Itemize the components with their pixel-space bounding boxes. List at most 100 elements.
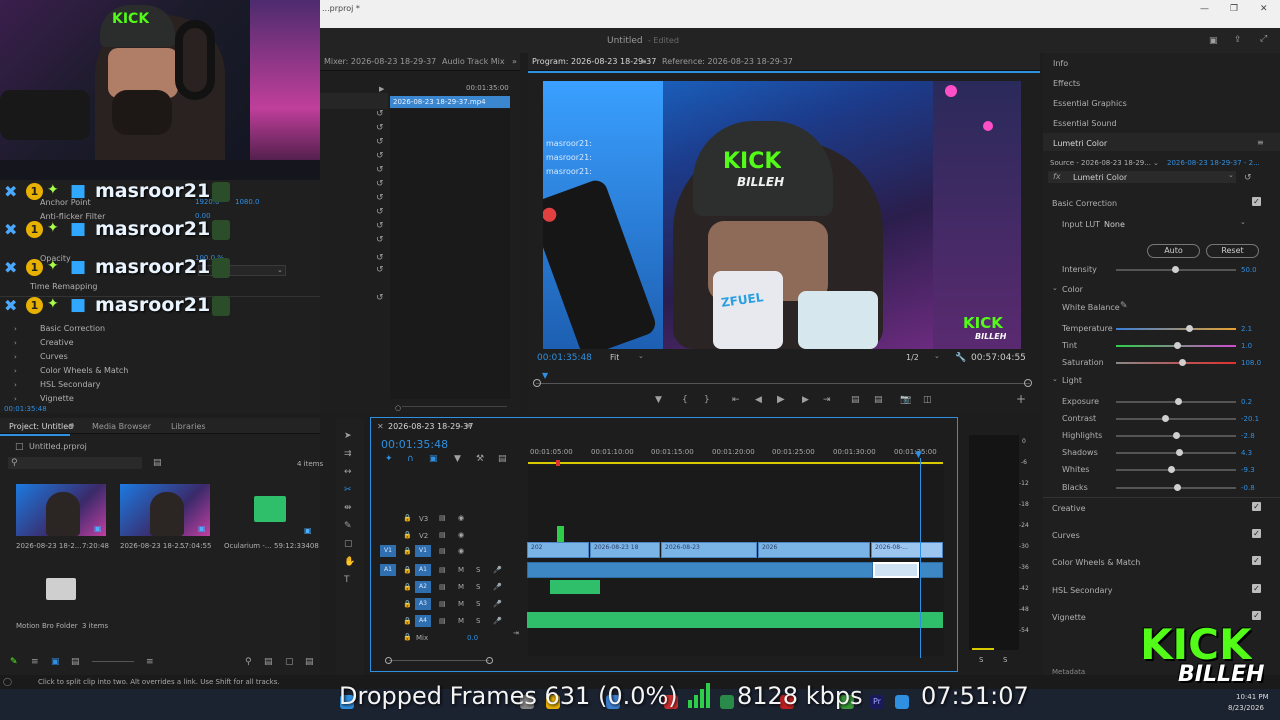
close-icon[interactable]: ✕ xyxy=(377,422,384,432)
tab-reference[interactable]: Reference: 2026-08-23 18-29-37 xyxy=(662,57,793,66)
track-label[interactable]: A3 xyxy=(415,598,431,610)
step-forward-icon[interactable]: ▶ xyxy=(802,395,809,405)
solo-button[interactable]: S xyxy=(476,566,480,574)
fit-select[interactable]: Fit ⌄ xyxy=(608,352,648,364)
find-icon[interactable]: ⚲ xyxy=(245,657,252,667)
add-button-icon[interactable]: + xyxy=(1016,393,1026,405)
lock-icon[interactable]: 🔒 xyxy=(403,633,412,641)
section-vignette[interactable]: Vignette xyxy=(1052,613,1086,622)
menu-icon[interactable]: ≡ xyxy=(640,57,647,67)
chevron-down-icon[interactable]: ⌄ xyxy=(1052,374,1058,384)
menu-icon[interactable]: ≡ xyxy=(68,421,75,431)
tab-program[interactable]: Program: 2026-08-23 18-29-37 xyxy=(532,57,656,66)
exposure-value[interactable]: 0.2 xyxy=(1241,398,1252,406)
lock-icon[interactable]: 🔒 xyxy=(403,600,412,608)
lock-icon[interactable]: 🔒 xyxy=(403,583,412,591)
creative-checkbox[interactable]: ✓ xyxy=(1252,502,1261,511)
a1-clip[interactable] xyxy=(527,562,873,578)
new-item-icon[interactable]: ▢ xyxy=(285,657,294,667)
reset-icon[interactable]: ↺ xyxy=(376,193,384,203)
sync-lock-icon[interactable]: ▤ xyxy=(439,531,446,539)
timeline-ruler[interactable]: 00:01:05:00 00:01:10:00 00:01:15:00 00:0… xyxy=(528,446,943,466)
v1-clip[interactable]: 202 xyxy=(527,542,589,558)
highlights-slider[interactable] xyxy=(1116,432,1236,439)
share-icon[interactable]: ⇪ xyxy=(1234,35,1242,45)
go-to-out-icon[interactable]: ⇥ xyxy=(823,395,831,405)
play-icon[interactable]: ▶ xyxy=(777,395,785,405)
shadows-slider[interactable] xyxy=(1116,449,1236,456)
tint-slider[interactable] xyxy=(1116,342,1236,349)
comparison-icon[interactable]: ◫ xyxy=(923,395,932,405)
selection-tool-icon[interactable]: ➤ xyxy=(344,431,352,441)
a2-clip[interactable] xyxy=(550,580,600,594)
a1-clip-selected[interactable] xyxy=(873,562,919,578)
tint-value[interactable]: 1.0 xyxy=(1241,342,1252,350)
zoom-slider[interactable] xyxy=(92,661,134,662)
v1-clip-selected[interactable]: 2026-08-... xyxy=(871,542,943,558)
slider-knob[interactable] xyxy=(1173,432,1180,439)
minimize-icon[interactable]: — xyxy=(1200,4,1209,14)
captions-icon[interactable]: ▤ xyxy=(498,454,507,464)
panel-overflow-icon[interactable]: » xyxy=(512,57,517,67)
lift-icon[interactable]: ▤ xyxy=(851,395,860,405)
v1-clip[interactable]: 2026-08-23 18 xyxy=(590,542,660,558)
sync-lock-icon[interactable]: ▤ xyxy=(439,514,446,522)
lock-icon[interactable]: 🔒 xyxy=(403,547,412,555)
clip-thumbnail[interactable]: ▣ xyxy=(16,484,106,536)
mark-out-icon[interactable]: } xyxy=(704,395,710,405)
slider-knob[interactable] xyxy=(1168,466,1175,473)
whites-slider[interactable] xyxy=(1116,466,1236,473)
curves-checkbox[interactable]: ✓ xyxy=(1252,529,1261,538)
playhead-icon[interactable]: ▼ xyxy=(542,371,548,380)
work-area-bar[interactable] xyxy=(528,462,943,464)
audio-thumbnail[interactable]: ▣ xyxy=(224,484,314,536)
taskbar-app-icon[interactable] xyxy=(720,695,734,709)
reset-icon[interactable]: ↺ xyxy=(376,179,384,189)
reset-icon[interactable]: ↺ xyxy=(376,151,384,161)
a4-clip[interactable] xyxy=(527,612,943,628)
reset-icon[interactable]: ↺ xyxy=(376,123,384,133)
reset-icon[interactable]: ↺ xyxy=(376,293,384,303)
close-icon[interactable]: ✕ xyxy=(1260,4,1268,14)
reset-icon[interactable]: ↺ xyxy=(376,235,384,245)
slider-knob[interactable] xyxy=(1179,359,1186,366)
contrast-value[interactable]: -20.1 xyxy=(1241,415,1259,423)
icon-view-icon[interactable]: ▣ xyxy=(51,657,60,667)
add-marker-icon[interactable]: ▼ xyxy=(655,395,662,405)
zoom-handle-icon[interactable] xyxy=(486,657,493,664)
a1-clip[interactable] xyxy=(920,562,943,578)
slider-knob[interactable] xyxy=(1176,449,1183,456)
snap-icon[interactable]: ✦ xyxy=(385,454,393,464)
v1-clip[interactable]: 2026-08-23 xyxy=(661,542,757,558)
track-label[interactable]: V1 xyxy=(415,545,431,557)
reset-icon[interactable]: ↺ xyxy=(376,207,384,217)
clip-thumbnail[interactable]: ▣ xyxy=(120,484,210,536)
camera-icon[interactable]: 📷 xyxy=(900,395,911,405)
effect-basic-correction[interactable]: Basic Correction xyxy=(40,324,105,333)
meter-solo-right[interactable]: S xyxy=(1003,656,1007,664)
solo-button[interactable]: S xyxy=(476,600,480,608)
wrench-icon[interactable]: 🔧 xyxy=(955,353,966,363)
reset-icon[interactable]: ↺ xyxy=(376,253,384,263)
effect-hsl-secondary[interactable]: HSL Secondary xyxy=(40,380,100,389)
eye-icon[interactable]: ◉ xyxy=(458,547,464,555)
mic-icon[interactable]: 🎤 xyxy=(493,583,502,591)
section-color-wheels[interactable]: Color Wheels & Match xyxy=(1052,558,1140,567)
razor-tool-icon[interactable]: ✂ xyxy=(344,485,352,495)
program-timecode[interactable]: 00:01:35:48 xyxy=(537,353,592,363)
slip-tool-icon[interactable]: ⇹ xyxy=(344,503,352,513)
mute-button[interactable]: M xyxy=(458,617,464,625)
temperature-slider[interactable] xyxy=(1116,325,1236,332)
track-select-icon[interactable]: ⇉ xyxy=(344,449,352,459)
lock-icon[interactable]: 🔒 xyxy=(403,514,412,522)
sort-icon[interactable]: ≡ xyxy=(146,657,154,667)
scrubber-start-icon[interactable] xyxy=(533,379,541,387)
light-section-label[interactable]: Light xyxy=(1062,376,1082,385)
pencil-icon[interactable]: ✎ xyxy=(10,657,18,667)
sync-lock-icon[interactable]: ▤ xyxy=(439,600,446,608)
timeline-timecode[interactable]: 00:01:35:48 xyxy=(381,438,448,451)
mute-button[interactable]: M xyxy=(458,583,464,591)
whites-value[interactable]: -9.3 xyxy=(1241,466,1255,474)
solo-button[interactable]: S xyxy=(476,617,480,625)
chevron-right-icon[interactable]: › xyxy=(14,324,17,334)
